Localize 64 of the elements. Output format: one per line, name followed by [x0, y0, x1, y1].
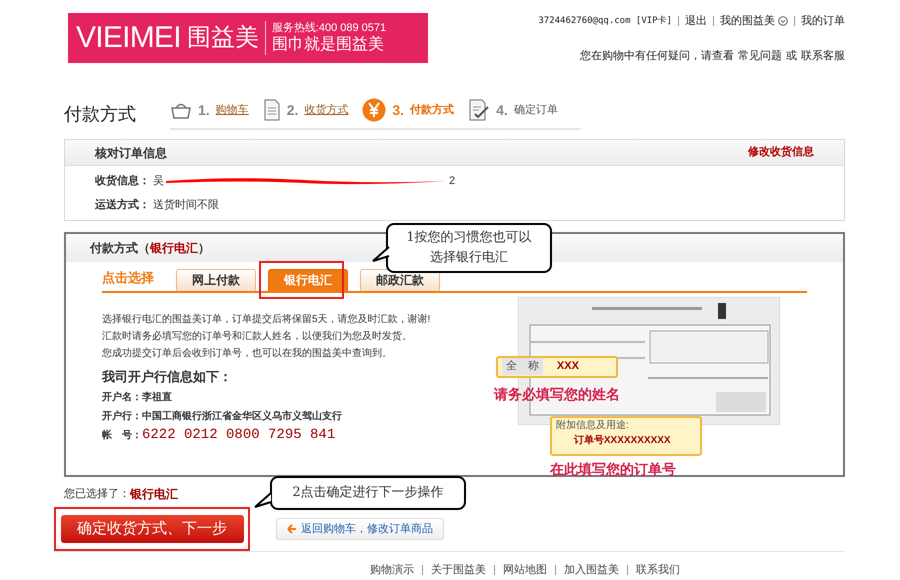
- callout-tooltip: 1按您的习惯您也可以 选择银行电汇: [386, 223, 552, 273]
- selected-label: 您已选择了：: [64, 486, 130, 502]
- step-link[interactable]: 收货方式: [304, 102, 348, 118]
- bubble-tail: [254, 492, 272, 508]
- edit-address-link[interactable]: 修改收货信息: [748, 144, 814, 161]
- brand-name: VIEIMEI: [76, 23, 181, 53]
- or-text: 或: [786, 48, 797, 64]
- panel-title: 付款方式（银行电汇）: [90, 240, 210, 257]
- top-link[interactable]: 3724462760@qq.com [VIP卡]: [538, 14, 672, 28]
- help-text: 您在购物中有任何疑问，请查看: [580, 48, 734, 64]
- top-link[interactable]: 退出: [685, 13, 707, 30]
- selected-method: 银行电汇: [130, 486, 178, 503]
- panel-title: 核对订单信息: [95, 144, 167, 162]
- account-label: 帐 号：: [102, 428, 142, 443]
- field-value: 送货时间不限: [153, 198, 219, 213]
- tabs-caption: 点击选择: [102, 269, 155, 287]
- footer-link[interactable]: 关于围益美: [431, 562, 486, 578]
- note-text: 汇款时请务必填写您的订单号和汇款人姓名，以便我们为您及时发货。: [102, 330, 413, 344]
- form-label: 附加信息及用途:: [556, 418, 630, 432]
- payment-tab[interactable]: 网上付款: [176, 268, 256, 290]
- field-label: 收货信息：: [95, 174, 151, 189]
- footer-link[interactable]: 加入围益美: [564, 562, 619, 578]
- callout-tooltip: 2点击确定进行下一步操作: [270, 476, 466, 510]
- contact-link[interactable]: 联系客服: [801, 48, 845, 64]
- yen-icon: [362, 98, 386, 122]
- field-value: 2: [449, 174, 456, 189]
- field-label: 运送方式：: [95, 198, 151, 213]
- faq-link[interactable]: 常见问题: [738, 48, 782, 64]
- footer-link[interactable]: 联系我们: [636, 562, 680, 578]
- document-icon: [262, 99, 281, 121]
- step-number: 2.: [286, 100, 298, 120]
- account-value: 6222 0212 0800 7295 841: [142, 426, 336, 445]
- step-number: 1.: [198, 100, 210, 120]
- account-label: 开户名：: [102, 390, 142, 405]
- note-text: 您成功提交订单后会收到订单号，也可以在我的围益美中查询到。: [102, 346, 393, 360]
- footer-link[interactable]: 购物演示: [370, 562, 414, 578]
- arrow-left-icon: [287, 524, 297, 534]
- top-link[interactable]: 我的订单: [801, 13, 845, 30]
- footer-link[interactable]: 网站地图: [503, 562, 547, 578]
- form-value: XXX: [556, 359, 579, 374]
- form-label: 全 称: [502, 358, 543, 375]
- hotline: 服务热线:400 089 0571: [272, 21, 386, 35]
- form-value: 订单号XXXXXXXXXX: [574, 434, 672, 448]
- step-link[interactable]: 确定订单: [514, 102, 558, 118]
- brand-name-chinese: 围益美: [186, 26, 259, 50]
- back-button[interactable]: 返回购物车，修改订单商品: [276, 518, 444, 540]
- step-link[interactable]: 购物车: [216, 102, 249, 118]
- note-text: 选择银行电汇的围益美订单，订单提交后将保留5天，请您及时汇款，谢谢!: [102, 312, 432, 326]
- field-value: 吴: [153, 174, 164, 189]
- dropdown-icon[interactable]: [778, 16, 788, 26]
- account-heading: 我司开户行信息如下：: [102, 368, 233, 386]
- confirm-button[interactable]: 确定收货方式、下一步: [60, 515, 244, 543]
- checklist-icon: [468, 99, 490, 121]
- account-value: 李祖直: [142, 390, 172, 405]
- account-value: 中国工商银行浙江省金华区义乌市义驾山支行: [142, 409, 342, 424]
- callout-hint: 在此填写您的订单号: [550, 460, 676, 478]
- step-number: 3.: [392, 100, 404, 120]
- callout-hint: 请务必填写您的姓名: [494, 384, 620, 404]
- top-link[interactable]: 我的围益美: [720, 13, 775, 30]
- page-title: 付款方式: [64, 102, 137, 126]
- step-number: 4.: [496, 100, 508, 120]
- account-label: 开户行：: [102, 409, 142, 424]
- bubble-tail: [372, 246, 390, 262]
- slogan: 围巾就是围益美: [272, 35, 385, 55]
